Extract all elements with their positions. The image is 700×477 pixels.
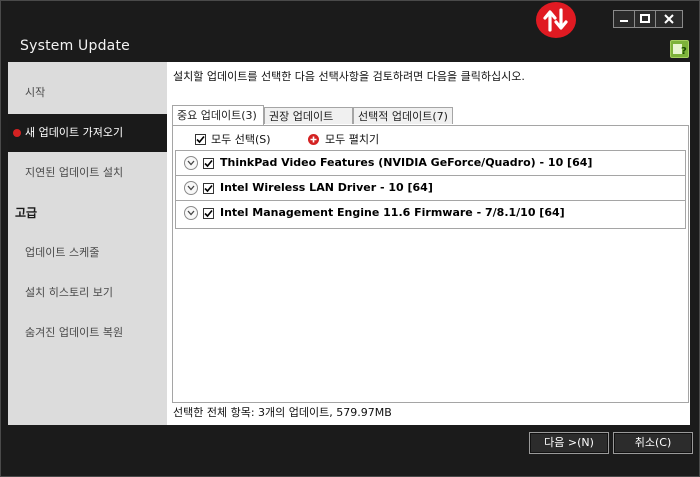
sidebar-item-label: 새 업데이트 가져오기 [25, 126, 124, 139]
cancel-button[interactable]: 취소(C) [613, 432, 693, 454]
selection-summary: 선택한 전체 항목: 3개의 업데이트, 579.97MB [173, 406, 392, 419]
updates-panel: 모두 선택(S) 모두 펼치기 ThinkPad Video Features … [172, 125, 689, 403]
update-label: Intel Management Engine 11.6 Firmware - … [220, 206, 565, 219]
update-checkbox[interactable] [203, 183, 214, 194]
sidebar-item-schedule-updates[interactable]: 업데이트 스케줄 [8, 234, 167, 272]
sidebar-section-advanced: 고급 [8, 194, 167, 232]
sidebar-item-label: 시작 [25, 86, 46, 99]
expand-all-label: 모두 펼치기 [325, 133, 380, 146]
update-row: Intel Wireless LAN Driver - 10 [64] [176, 176, 685, 201]
select-all-label: 모두 선택(S) [211, 133, 271, 146]
tab-recommended-updates[interactable]: 권장 업데이트(3) [264, 107, 353, 140]
window-controls [613, 10, 683, 28]
close-icon[interactable] [655, 10, 683, 28]
active-indicator-icon [13, 129, 21, 137]
instruction-text: 설치할 업데이트를 선택한 다음 선택사항을 검토하려면 다음을 클릭하십시오. [173, 70, 525, 83]
help-icon[interactable]: ? [670, 40, 689, 58]
update-label: ThinkPad Video Features (NVIDIA GeForce/… [220, 156, 593, 169]
chevron-down-icon[interactable] [184, 181, 198, 195]
window-title: System Update [20, 38, 130, 54]
next-button[interactable]: 다음 >(N) [529, 432, 609, 454]
sidebar-item-install-deferred-updates[interactable]: 지연된 업데이트 설치 [8, 154, 167, 192]
minimize-icon[interactable] [613, 10, 635, 28]
checkbox-checked-icon [195, 133, 206, 145]
tab-optional-updates[interactable]: 선택적 업데이트(7) [353, 107, 453, 124]
update-checkbox[interactable] [203, 208, 214, 219]
sidebar-item-label: 설치 히스토리 보기 [25, 286, 113, 299]
sidebar-item-get-new-updates[interactable]: 새 업데이트 가져오기 [8, 114, 167, 152]
update-label: Intel Wireless LAN Driver - 10 [64] [220, 181, 433, 194]
system-update-window: System Update ? 시작 새 업데이트 가져오기 지연된 업데이트 … [0, 0, 700, 477]
sidebar-item-label: 지연된 업데이트 설치 [25, 166, 124, 179]
plus-icon [308, 133, 319, 145]
chevron-down-icon[interactable] [184, 206, 198, 220]
update-row: ThinkPad Video Features (NVIDIA GeForce/… [176, 151, 685, 176]
expand-all-button[interactable]: 모두 펼치기 [308, 131, 379, 147]
maximize-icon[interactable] [634, 10, 656, 28]
sidebar-item-start[interactable]: 시작 [8, 74, 167, 112]
update-row: Intel Management Engine 11.6 Firmware - … [176, 201, 685, 226]
select-all-checkbox[interactable]: 모두 선택(S) [195, 131, 271, 147]
sidebar-section-label: 고급 [15, 206, 38, 220]
main-panel: 설치할 업데이트를 선택한 다음 선택사항을 검토하려면 다음을 클릭하십시오.… [167, 62, 690, 425]
app-logo-icon [536, 2, 576, 38]
sidebar: 시작 새 업데이트 가져오기 지연된 업데이트 설치 고급 업데이트 스케줄 설… [8, 62, 167, 425]
tab-critical-updates[interactable]: 중요 업데이트(3) [172, 105, 264, 125]
sidebar-item-label: 업데이트 스케줄 [25, 246, 100, 259]
sidebar-item-view-install-history[interactable]: 설치 히스토리 보기 [8, 274, 167, 312]
sidebar-item-restore-hidden-updates[interactable]: 숨겨진 업데이트 복원 [8, 314, 167, 352]
sidebar-item-label: 숨겨진 업데이트 복원 [25, 326, 124, 339]
svg-text:?: ? [681, 46, 687, 57]
chevron-down-icon[interactable] [184, 156, 198, 170]
update-list: ThinkPad Video Features (NVIDIA GeForce/… [175, 150, 686, 229]
update-checkbox[interactable] [203, 158, 214, 169]
